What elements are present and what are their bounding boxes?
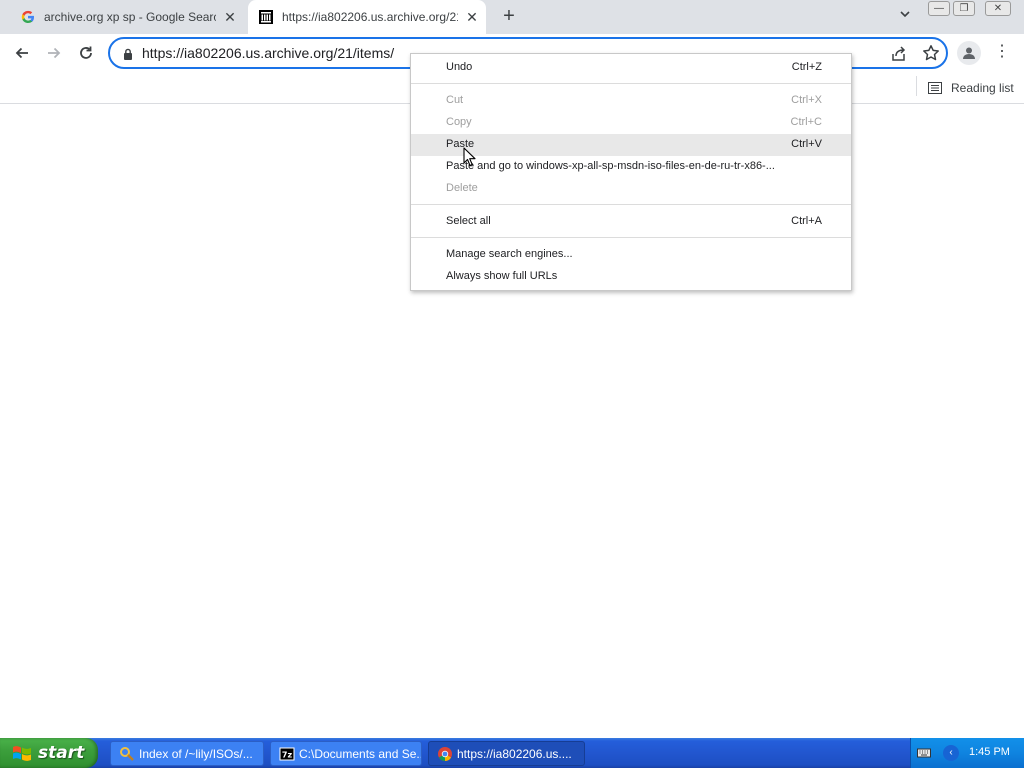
chrome-icon xyxy=(437,746,453,762)
svg-text:7z: 7z xyxy=(282,750,293,759)
clock[interactable]: 1:45 PM xyxy=(969,746,1010,758)
7zip-icon: 7z xyxy=(279,746,295,762)
windows-flag-icon xyxy=(12,744,32,762)
reload-icon[interactable] xyxy=(73,40,99,66)
menu-item-paste-and-go[interactable]: Paste and go to windows-xp-all-sp-msdn-i… xyxy=(411,156,851,178)
bookmark-star-icon[interactable] xyxy=(922,44,940,62)
share-icon[interactable] xyxy=(890,45,908,63)
taskbar-item-index-isos[interactable]: Index of /~lily/ISOs/... xyxy=(110,741,264,766)
more-menu-kebab-icon[interactable]: ⋮ xyxy=(994,42,1010,62)
taskbar: start Index of /~lily/ISOs/... 7z C:\Doc… xyxy=(0,738,1024,768)
start-label: start xyxy=(38,743,85,763)
reading-list-button[interactable]: Reading list xyxy=(928,77,1014,99)
lock-icon[interactable] xyxy=(122,47,134,60)
menu-item-cut[interactable]: Cut Ctrl+X xyxy=(411,90,851,112)
menu-item-undo[interactable]: Undo Ctrl+Z xyxy=(411,57,851,79)
divider xyxy=(916,76,917,96)
folder-search-icon xyxy=(119,746,135,762)
tab-title: https://ia802206.us.archive.org/21/i xyxy=(282,10,458,24)
tab-google-search[interactable]: archive.org xp sp - Google Search ✕ xyxy=(12,0,244,34)
context-menu: Undo Ctrl+Z Cut Ctrl+X Copy Ctrl+C Paste… xyxy=(410,53,852,291)
back-arrow-icon[interactable] xyxy=(9,40,35,66)
menu-item-select-all[interactable]: Select all Ctrl+A xyxy=(411,211,851,233)
tab-search-chevron-down-icon[interactable] xyxy=(896,8,914,26)
google-icon xyxy=(20,9,36,25)
close-window-icon[interactable]: ✕ xyxy=(985,1,1011,16)
url-text[interactable]: https://ia802206.us.archive.org/21/items… xyxy=(142,45,394,61)
tab-strip: archive.org xp sp - Google Search ✕ http… xyxy=(0,0,1024,34)
tab-archive-org[interactable]: https://ia802206.us.archive.org/21/i ✕ xyxy=(248,0,486,34)
menu-item-manage-search-engines[interactable]: Manage search engines... xyxy=(411,244,851,266)
mouse-cursor-icon xyxy=(463,147,477,167)
tab-title: archive.org xp sp - Google Search xyxy=(44,10,216,24)
menu-separator xyxy=(411,237,851,238)
menu-item-copy[interactable]: Copy Ctrl+C xyxy=(411,112,851,134)
menu-item-paste[interactable]: Paste Ctrl+V xyxy=(411,134,851,156)
show-hidden-icons-chevron-icon[interactable]: ‹ xyxy=(943,745,959,761)
start-button[interactable]: start xyxy=(0,738,98,768)
menu-separator xyxy=(411,204,851,205)
menu-item-always-show-full-urls[interactable]: Always show full URLs xyxy=(411,266,851,288)
reading-list-label: Reading list xyxy=(951,81,1014,95)
close-tab-icon[interactable]: ✕ xyxy=(222,9,238,25)
keyboard-icon[interactable] xyxy=(917,746,931,758)
archive-org-icon xyxy=(258,9,274,25)
new-tab-plus-icon[interactable]: + xyxy=(498,6,520,28)
close-tab-icon[interactable]: ✕ xyxy=(464,9,480,25)
restore-icon[interactable]: ❐ xyxy=(953,1,975,16)
system-tray: ‹ 1:45 PM xyxy=(910,738,1024,768)
forward-arrow-icon[interactable] xyxy=(41,40,67,66)
taskbar-item-chrome-archive[interactable]: https://ia802206.us.... xyxy=(428,741,585,766)
reading-list-icon xyxy=(928,82,942,94)
menu-item-delete[interactable]: Delete xyxy=(411,178,851,200)
minimize-icon[interactable]: — xyxy=(928,1,950,16)
taskbar-item-7zip-documents[interactable]: 7z C:\Documents and Se... xyxy=(270,741,422,766)
profile-avatar-icon[interactable] xyxy=(957,41,981,65)
menu-separator xyxy=(411,83,851,84)
